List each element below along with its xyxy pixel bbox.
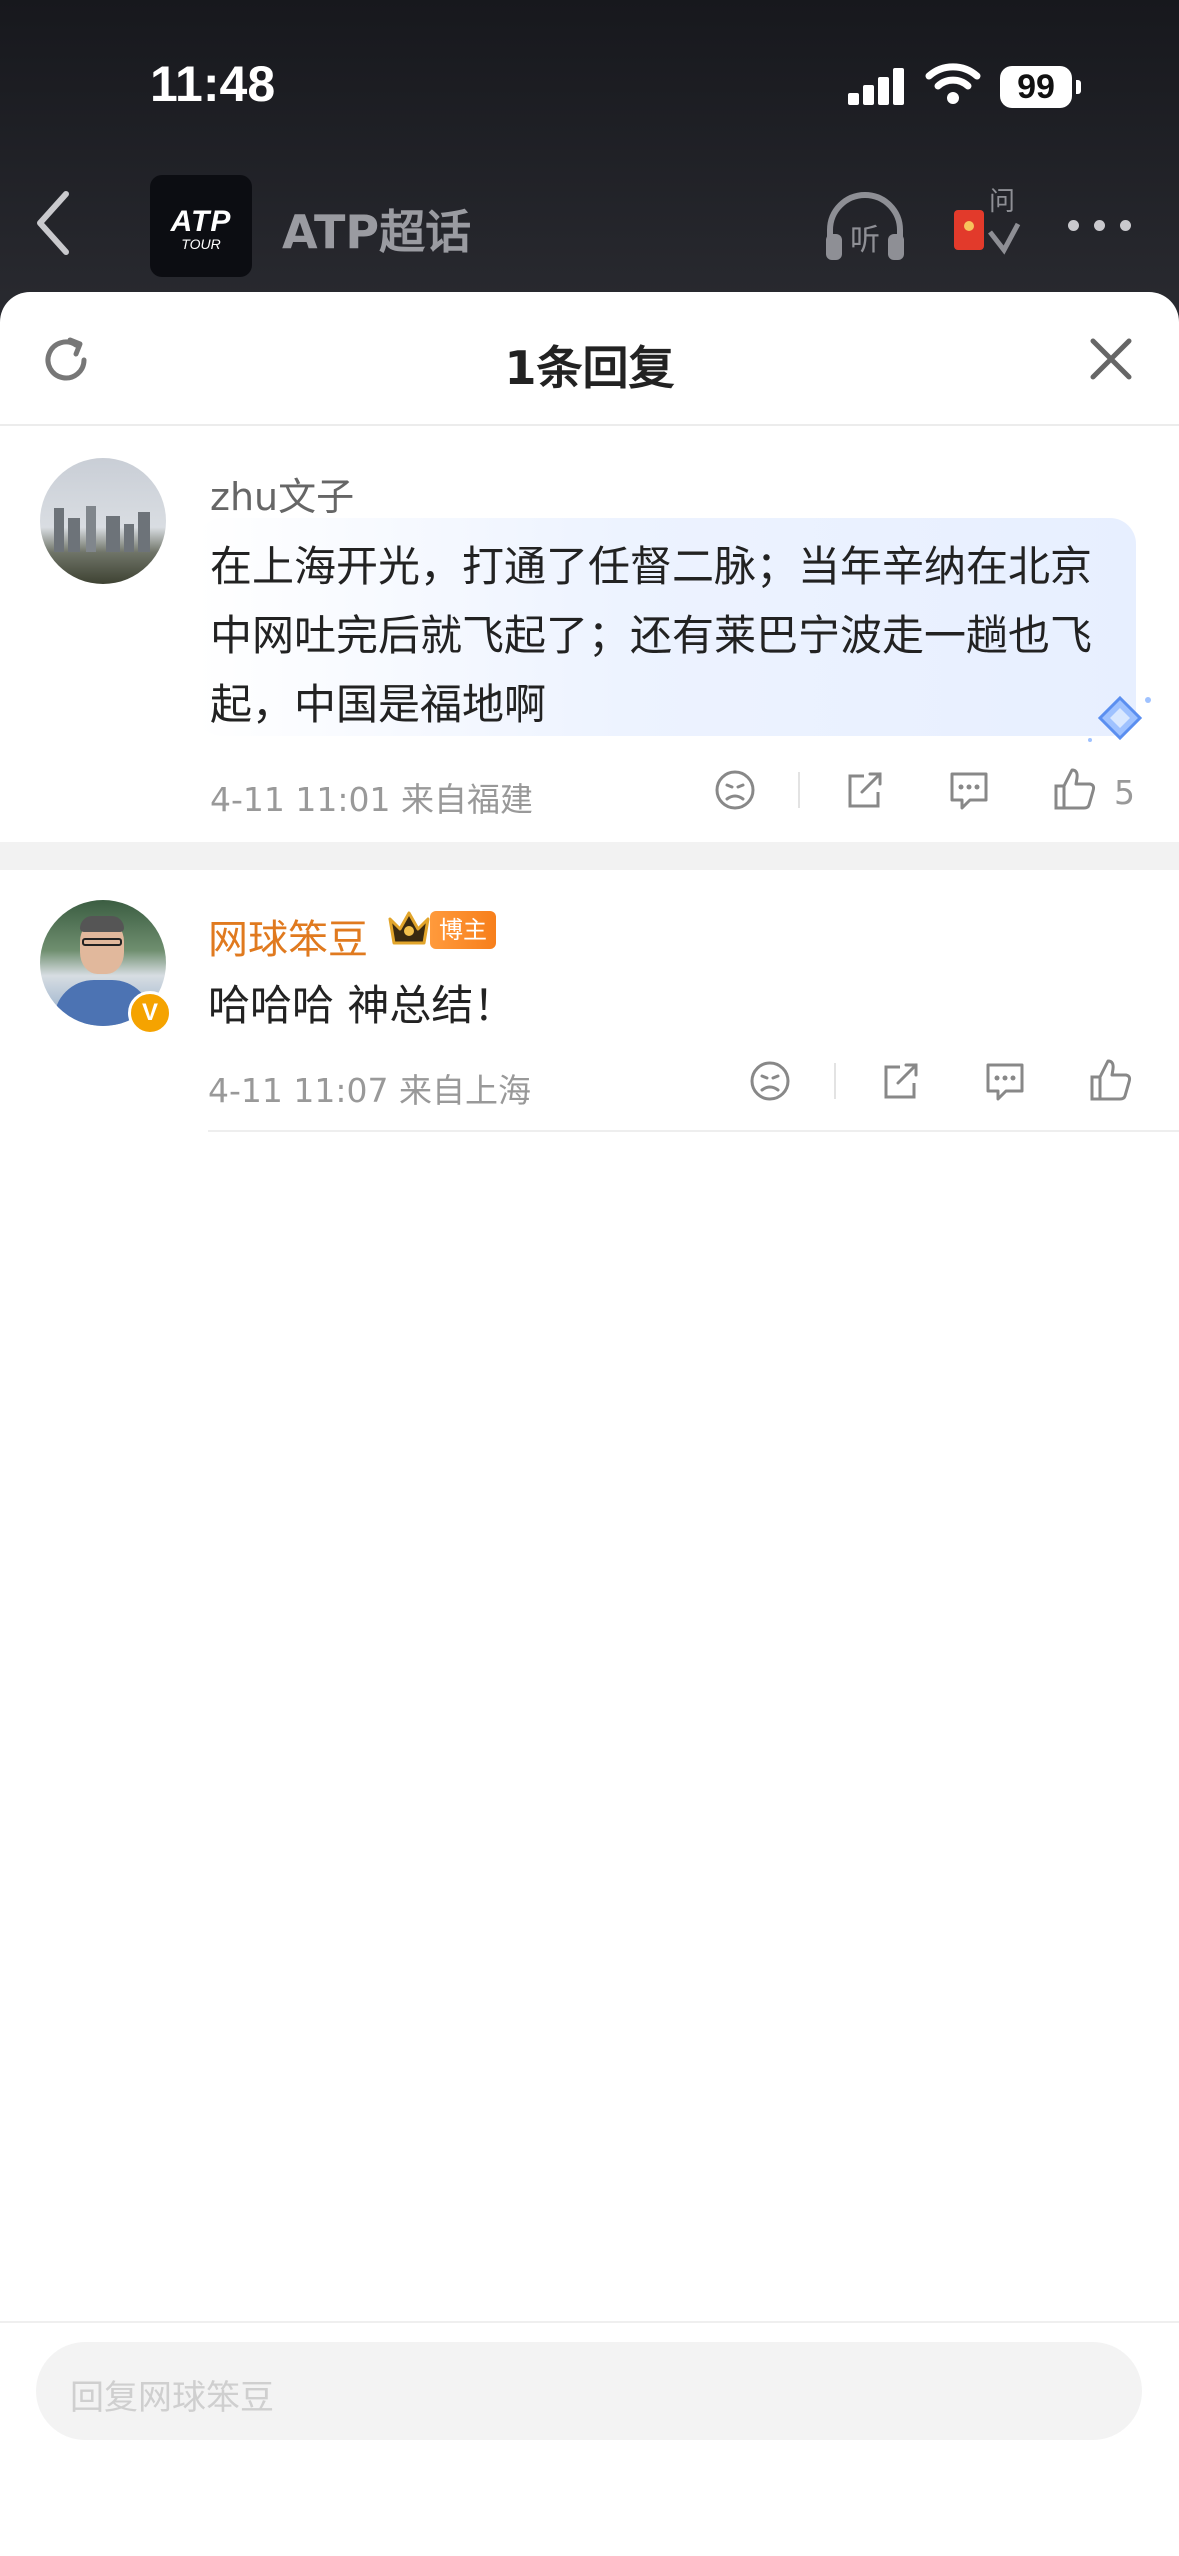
listen-label: 听 [850,223,880,258]
blogger-badge: 博主 [430,911,496,949]
supertopic-title[interactable]: ATP超话 [282,196,471,262]
like-thumb-icon[interactable] [1052,766,1098,812]
reply-time: 4-11 11:07 [208,1071,389,1110]
reply-dislike-face-icon[interactable] [748,1059,792,1103]
listen-headphones-icon[interactable]: 听 [820,190,910,264]
reply-comment-icon[interactable] [982,1059,1028,1103]
status-time: 11:48 [150,56,276,112]
crown-icon [388,911,430,945]
reply-location: 来自上海 [399,1071,531,1110]
like-count: 5 [1114,773,1135,812]
commenter-avatar[interactable] [40,458,166,584]
reply-text[interactable]: 哈哈哈 神总结！ [208,972,515,1033]
reply-divider [208,1130,1179,1132]
comment-text[interactable]: 在上海开光，打通了任督二脉；当年辛纳在北京中网吐完后就飞起了；还有莱巴宁波走一趟… [210,532,1130,739]
comment-icon[interactable] [946,768,992,812]
reply-share-icon[interactable] [878,1059,922,1103]
top-bar: 11:48 99 ATP TOUR ATP超话 听 问 [0,0,1179,330]
sheet-header: 1条回复 [0,292,1179,426]
more-options-icon[interactable] [1068,220,1138,232]
diamond-decoration-icon [1088,695,1151,742]
comment-location: 来自福建 [401,780,533,819]
commenter-name[interactable]: zhu文子 [210,466,354,521]
sheet-title: 1条回复 [504,341,675,395]
bottom-divider [0,2321,1179,2323]
ask-label: 问 [989,188,1015,217]
verified-badge: V [128,991,172,1035]
reply-meta: 4-11 11:07 来自上海 [208,1064,531,1112]
section-separator [0,842,1179,870]
share-icon[interactable] [842,768,886,812]
comment-time: 4-11 11:01 [210,780,391,819]
ask-redpacket-icon[interactable]: 问 [950,188,1024,262]
reply-action-divider [834,1063,836,1099]
battery-tip [1076,80,1081,94]
wifi-icon [925,63,981,104]
cellular-signal-icon [848,65,908,105]
atp-tour-logo[interactable]: ATP TOUR [150,175,252,277]
dislike-face-icon[interactable] [713,768,757,812]
comment-meta: 4-11 11:01 来自福建 [210,773,533,821]
reply-input-placeholder: 回复网球笨豆 [70,2378,274,2418]
reply-like-thumb-icon[interactable] [1088,1057,1134,1103]
logo-subtext: TOUR [181,236,221,252]
back-arrow-icon[interactable] [30,188,74,258]
replier-name[interactable]: 网球笨豆 [208,907,368,965]
close-icon[interactable] [1088,336,1134,382]
action-divider [798,772,800,808]
battery-indicator: 99 [1000,66,1072,108]
logo-text: ATP [170,205,232,238]
